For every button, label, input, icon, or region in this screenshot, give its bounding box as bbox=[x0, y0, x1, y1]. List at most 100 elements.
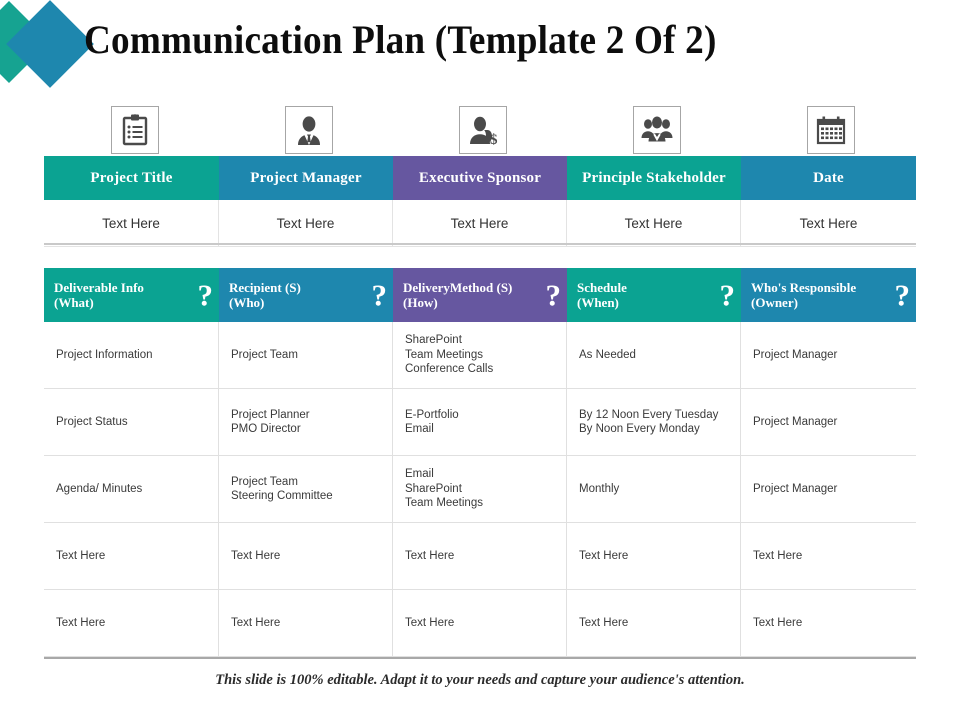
plan-table-cell[interactable]: Project Team Steering Committee bbox=[219, 456, 393, 522]
plan-table-cell[interactable]: Text Here bbox=[741, 523, 916, 589]
plan-table-cell[interactable]: Project Team bbox=[219, 322, 393, 388]
cell-line: Project Team bbox=[231, 348, 298, 361]
plan-table-cell[interactable]: As Needed bbox=[567, 322, 741, 388]
plan-header-label: DeliveryMethod (S) (How) bbox=[403, 280, 512, 310]
plan-table-cell[interactable]: By 12 Noon Every Tuesday By Noon Every Mo… bbox=[567, 389, 741, 455]
project-table-header-cell: Executive Sponsor bbox=[393, 156, 567, 200]
cell-line: Agenda/ Minutes bbox=[56, 482, 143, 495]
plan-table-cell[interactable]: Text Here bbox=[567, 590, 741, 656]
plan-table-cell[interactable]: Text Here bbox=[741, 590, 916, 656]
cell-line: By 12 Noon Every Tuesday bbox=[579, 408, 719, 421]
cell-line: Email bbox=[405, 423, 434, 435]
cell-line: Email bbox=[405, 468, 434, 481]
plan-table-cell[interactable]: Text Here bbox=[219, 590, 393, 656]
plan-table-cell[interactable]: Project Status bbox=[44, 389, 219, 455]
cell-line: Team Meetings bbox=[405, 497, 483, 510]
plan-header-line2: (Owner) bbox=[751, 295, 798, 310]
table-row: Text Here Text Here Text Here Text Here Text… bbox=[44, 590, 916, 657]
project-table-cell[interactable]: Text Here bbox=[567, 200, 741, 246]
plan-table-cell[interactable]: Project Manager bbox=[741, 389, 916, 455]
section-divider bbox=[44, 243, 916, 245]
plan-header-line2: (Who) bbox=[229, 295, 265, 310]
project-table-cell[interactable]: Text Here bbox=[219, 200, 393, 246]
plan-table-header-cell: Recipient (S) (Who)? bbox=[219, 268, 393, 322]
cell-line: Project Manager bbox=[753, 482, 838, 495]
plan-table-header-cell: Deliverable Info (What)? bbox=[44, 268, 219, 322]
cell-line: Project Team bbox=[231, 475, 298, 488]
plan-table-cell[interactable]: Project Information bbox=[44, 322, 219, 388]
cell-line: Project Manager bbox=[753, 415, 838, 428]
cell-line: Text Here bbox=[579, 549, 629, 562]
cell-line: Text Here bbox=[231, 616, 281, 629]
plan-header-line1: Who's Responsible bbox=[751, 280, 857, 295]
plan-table-cell[interactable]: E-Portfolio Email bbox=[393, 389, 567, 455]
plan-table-cell[interactable]: Project Manager bbox=[741, 322, 916, 388]
cell-line: Text Here bbox=[405, 616, 455, 629]
cell-line: Text Here bbox=[405, 549, 455, 562]
project-table-header-cell: Principle Stakeholder bbox=[567, 156, 741, 200]
plan-header-line2: (How) bbox=[403, 295, 438, 310]
question-mark-icon: ? bbox=[371, 277, 388, 313]
plan-table-cell[interactable]: Text Here bbox=[44, 523, 219, 589]
cell-line: Monthly bbox=[579, 482, 620, 495]
plan-table-cell[interactable]: SharePoint Team Meetings Conference Calls bbox=[393, 322, 567, 388]
plan-table-cell[interactable]: Text Here bbox=[393, 523, 567, 589]
cell-line: SharePoint bbox=[405, 334, 462, 347]
footer-note: This slide is 100% editable. Adapt it to… bbox=[215, 672, 745, 688]
plan-table-cell[interactable]: Agenda/ Minutes bbox=[44, 456, 219, 522]
plan-header-line2: (What) bbox=[54, 295, 94, 310]
question-mark-icon: ? bbox=[719, 277, 736, 313]
plan-table-cell[interactable]: Email SharePoint Team Meetings bbox=[393, 456, 567, 522]
plan-header-line1: Deliverable Info bbox=[54, 280, 144, 295]
cell-line: Conference Calls bbox=[405, 363, 494, 376]
icon-strip: $ bbox=[44, 106, 916, 154]
people-group-icon bbox=[633, 106, 681, 154]
plan-table-header-cell: Who's Responsible (Owner)? bbox=[741, 268, 916, 322]
table-row: Project Information Project Team SharePoin… bbox=[44, 322, 916, 389]
project-info-table: Project Title Project Manager Executive Sp… bbox=[44, 156, 916, 247]
page-title: Communication Plan (Template 2 Of 2) bbox=[84, 17, 717, 62]
logo bbox=[0, 0, 94, 92]
cell-line: PMO Director bbox=[231, 423, 301, 435]
table-row: Agenda/ Minutes Project Team Steering Comm… bbox=[44, 456, 916, 523]
communication-plan-table: Deliverable Info (What)? Recipient (S) (Who… bbox=[44, 268, 916, 657]
project-table-header-cell: Project Manager bbox=[219, 156, 393, 200]
plan-table-cell[interactable]: Project Manager bbox=[741, 456, 916, 522]
plan-table-cell[interactable]: Text Here bbox=[567, 523, 741, 589]
clipboard-list-icon bbox=[111, 106, 159, 154]
plan-header-label: Deliverable Info (What) bbox=[54, 280, 144, 310]
cell-line: SharePoint bbox=[405, 482, 462, 495]
project-table-cell[interactable]: Text Here bbox=[44, 200, 219, 246]
cell-line: By Noon Every Monday bbox=[579, 423, 700, 435]
plan-table-cell[interactable]: Monthly bbox=[567, 456, 741, 522]
question-mark-icon: ? bbox=[545, 277, 562, 313]
cell-line: Text Here bbox=[231, 549, 281, 562]
plan-header-line1: DeliveryMethod (S) bbox=[403, 280, 513, 295]
person-dollar-icon: $ bbox=[459, 106, 507, 154]
cell-line: Text Here bbox=[56, 616, 106, 629]
project-table-header-cell: Project Title bbox=[44, 156, 219, 200]
plan-table-header-cell: DeliveryMethod (S) (How)? bbox=[393, 268, 567, 322]
plan-table-header-cell: Schedule (When)? bbox=[567, 268, 741, 322]
plan-table-cell[interactable]: Text Here bbox=[219, 523, 393, 589]
cell-line: E-Portfolio bbox=[405, 408, 459, 421]
plan-table-cell[interactable]: Text Here bbox=[393, 590, 567, 656]
table-row: Project Status Project Planner PMO Directo… bbox=[44, 389, 916, 456]
project-info-data-row: Text Here Text Here Text Here Text Here Text… bbox=[44, 200, 916, 247]
plan-table-cell[interactable]: Project Planner PMO Director bbox=[219, 389, 393, 455]
project-table-cell[interactable]: Text Here bbox=[393, 200, 567, 246]
question-mark-icon: ? bbox=[197, 277, 214, 313]
cell-line: Project Manager bbox=[753, 348, 838, 361]
cell-line: Text Here bbox=[56, 549, 106, 562]
cell-line: Text Here bbox=[753, 616, 803, 629]
project-table-cell[interactable]: Text Here bbox=[741, 200, 916, 246]
cell-line: Project Status bbox=[56, 415, 128, 428]
plan-header-label: Who's Responsible (Owner) bbox=[751, 280, 856, 310]
plan-table-cell[interactable]: Text Here bbox=[44, 590, 219, 656]
plan-header-line1: Schedule bbox=[577, 280, 627, 295]
question-mark-icon: ? bbox=[894, 277, 911, 313]
plan-header-label: Schedule (When) bbox=[577, 280, 627, 310]
cell-line: Text Here bbox=[579, 616, 629, 629]
cell-line: Steering Committee bbox=[231, 490, 333, 502]
project-info-header-row: Project Title Project Manager Executive Sp… bbox=[44, 156, 916, 200]
